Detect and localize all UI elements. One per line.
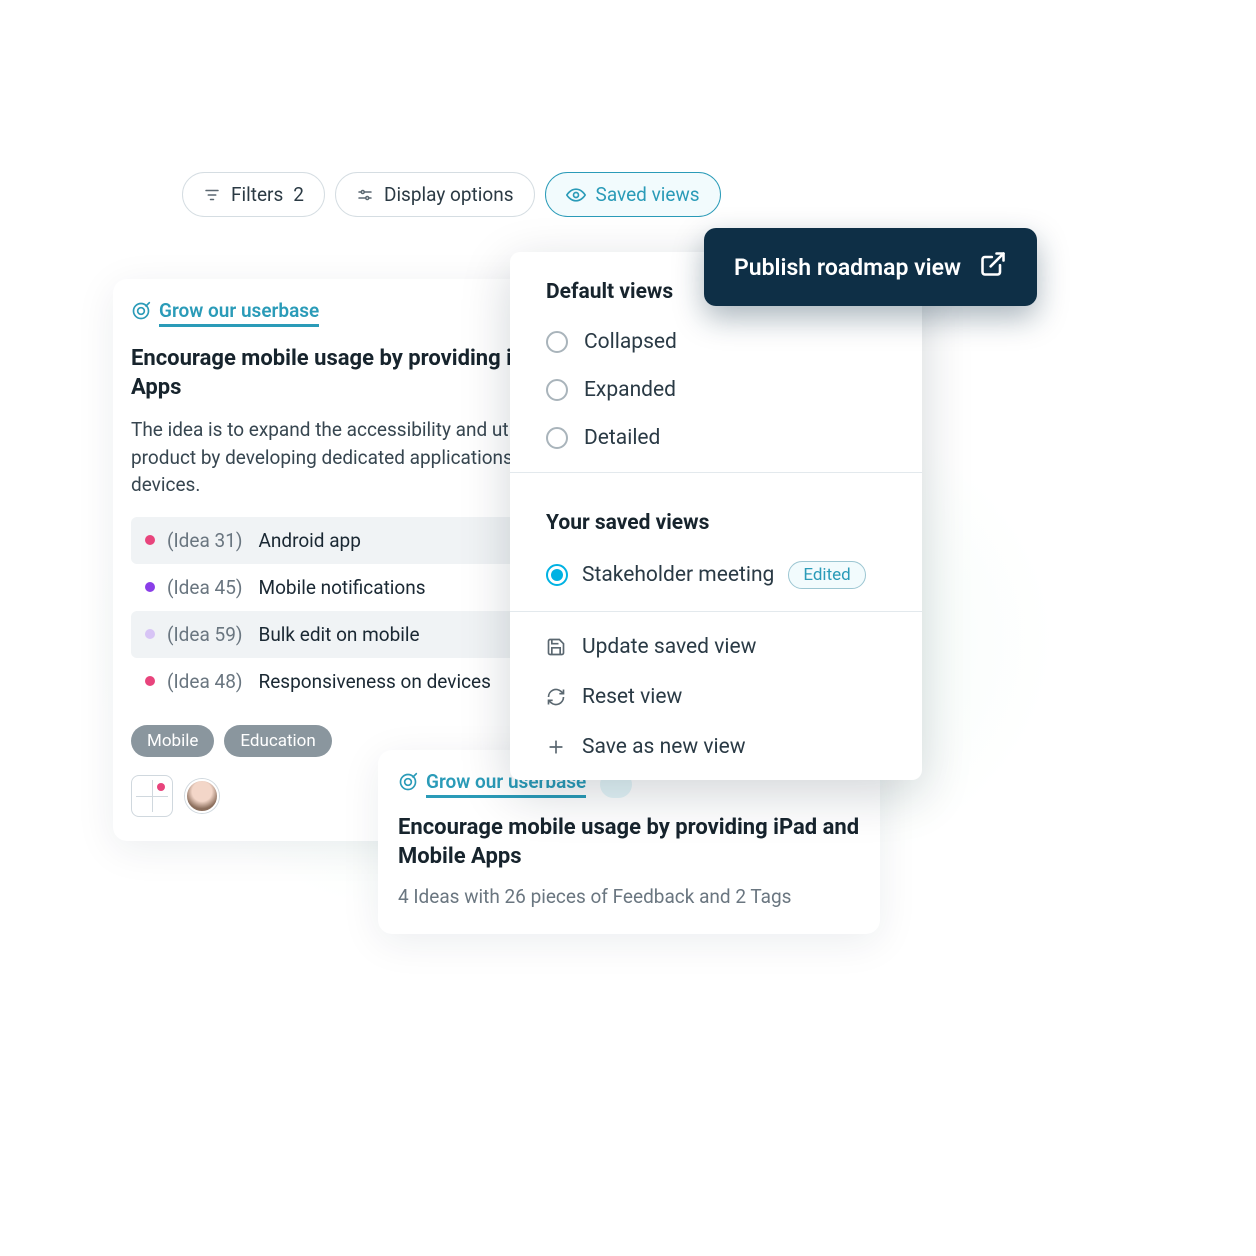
tag[interactable]: Mobile xyxy=(131,725,214,757)
toolbar: Filters 2 Display options Saved views xyxy=(182,172,721,217)
tag[interactable]: Education xyxy=(224,725,331,757)
idea-id: (Idea 59) xyxy=(167,623,242,646)
divider xyxy=(510,472,922,473)
saved-views-label: Saved views xyxy=(596,183,700,206)
view-option-expanded[interactable]: Expanded xyxy=(510,366,922,414)
filters-label: Filters xyxy=(231,183,283,206)
idea-id: (Idea 45) xyxy=(167,576,242,599)
priority-grid-icon[interactable] xyxy=(131,775,173,817)
eye-icon xyxy=(566,185,586,205)
status-dot xyxy=(145,676,155,686)
radio-icon xyxy=(546,427,568,449)
status-dot xyxy=(145,535,155,545)
card-title: Encourage mobile usage by providing iPad… xyxy=(398,814,860,871)
save-icon xyxy=(546,637,566,657)
avatar[interactable] xyxy=(185,779,219,813)
target-icon xyxy=(131,301,151,326)
display-options-label: Display options xyxy=(384,183,514,206)
status-dot xyxy=(145,582,155,592)
save-as-new-view-button[interactable]: Save as new view xyxy=(510,722,922,772)
view-option-collapsed[interactable]: Collapsed xyxy=(510,318,922,366)
view-option-label: Expanded xyxy=(584,378,676,402)
update-saved-view-button[interactable]: Update saved view xyxy=(510,622,922,672)
target-icon xyxy=(398,772,418,797)
saved-views-button[interactable]: Saved views xyxy=(545,172,721,217)
action-label: Update saved view xyxy=(582,635,756,659)
saved-view-item[interactable]: Stakeholder meeting Edited xyxy=(510,549,922,601)
filter-icon xyxy=(203,186,221,204)
view-option-label: Detailed xyxy=(584,426,660,450)
edited-badge: Edited xyxy=(788,561,865,589)
refresh-icon xyxy=(546,687,566,707)
saved-view-label: Stakeholder meeting xyxy=(582,563,774,587)
action-label: Reset view xyxy=(582,685,682,709)
external-link-icon xyxy=(979,250,1007,284)
idea-id: (Idea 31) xyxy=(167,529,242,552)
saved-views-heading: Your saved views xyxy=(510,483,922,549)
filters-button[interactable]: Filters 2 xyxy=(182,172,325,217)
radio-icon xyxy=(546,564,568,586)
plus-icon xyxy=(546,737,566,757)
reset-view-button[interactable]: Reset view xyxy=(510,672,922,722)
view-option-detailed[interactable]: Detailed xyxy=(510,414,922,462)
idea-title: Android app xyxy=(258,529,547,552)
idea-id: (Idea 48) xyxy=(167,670,242,693)
publish-roadmap-button[interactable]: Publish roadmap view xyxy=(704,228,1037,306)
filters-count: 2 xyxy=(293,183,304,206)
radio-icon xyxy=(546,331,568,353)
publish-label: Publish roadmap view xyxy=(734,254,961,281)
display-options-button[interactable]: Display options xyxy=(335,172,535,217)
view-option-label: Collapsed xyxy=(584,330,677,354)
status-dot xyxy=(145,629,155,639)
saved-views-panel: Default views Collapsed Expanded Detaile… xyxy=(510,252,922,780)
sliders-icon xyxy=(356,186,374,204)
goal-label: Grow our userbase xyxy=(159,299,319,327)
action-label: Save as new view xyxy=(582,735,746,759)
radio-icon xyxy=(546,379,568,401)
divider xyxy=(510,611,922,612)
card-summary: 4 Ideas with 26 pieces of Feedback and 2… xyxy=(398,885,860,908)
